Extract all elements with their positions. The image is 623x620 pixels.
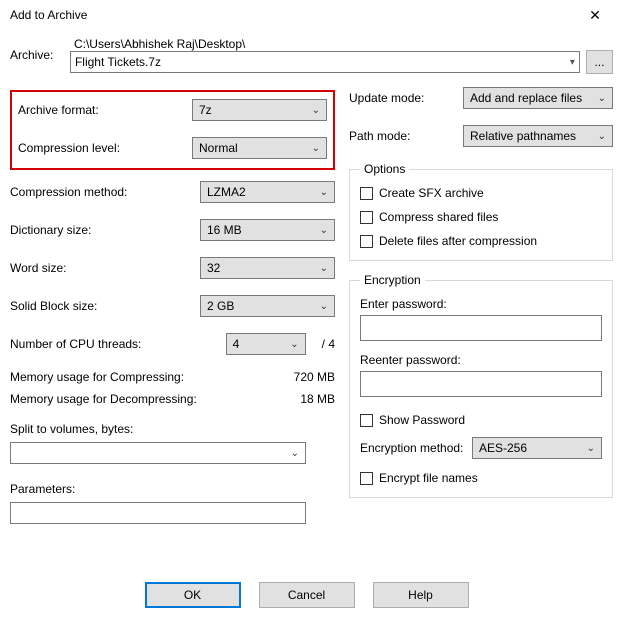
encryption-legend: Encryption xyxy=(360,273,425,287)
showpwd-checkbox[interactable] xyxy=(360,414,373,427)
showpwd-label: Show Password xyxy=(379,413,465,427)
dict-combo[interactable]: 16 MB ⌄ xyxy=(200,219,335,241)
shared-checkbox[interactable] xyxy=(360,211,373,224)
params-label: Parameters: xyxy=(10,482,335,496)
options-group: Options Create SFX archive Compress shar… xyxy=(349,162,613,261)
chevron-down-icon: ⌄ xyxy=(320,301,328,312)
chevron-down-icon: ⌄ xyxy=(598,131,606,142)
browse-label: ... xyxy=(594,55,604,69)
highlight-annotation: Archive format: 7z ⌄ Compression level: … xyxy=(10,90,335,170)
help-button[interactable]: Help xyxy=(373,582,469,608)
encnames-label: Encrypt file names xyxy=(379,471,478,485)
chevron-down-icon: ⌄ xyxy=(312,105,320,116)
block-label: Solid Block size: xyxy=(10,299,97,313)
chevron-down-icon: ⌄ xyxy=(587,443,595,454)
browse-button[interactable]: ... xyxy=(586,50,613,74)
mem-decompress-value: 18 MB xyxy=(300,392,335,406)
level-label: Compression level: xyxy=(18,141,120,155)
delete-label: Delete files after compression xyxy=(379,234,537,248)
sfx-label: Create SFX archive xyxy=(379,186,484,200)
sfx-checkbox[interactable] xyxy=(360,187,373,200)
archive-path: C:\Users\Abhishek Raj\Desktop\ xyxy=(70,37,580,51)
split-combo[interactable]: ⌄ xyxy=(10,442,306,464)
mem-decompress-label: Memory usage for Decompressing: xyxy=(10,392,197,406)
mem-compress-value: 720 MB xyxy=(294,370,335,384)
mem-compress-label: Memory usage for Compressing: xyxy=(10,370,184,384)
method-label: Compression method: xyxy=(10,185,127,199)
format-label: Archive format: xyxy=(18,103,99,117)
enter-pwd-label: Enter password: xyxy=(360,297,602,311)
reenter-pwd-input[interactable] xyxy=(360,371,602,397)
archive-label: Archive: xyxy=(10,48,64,62)
options-legend: Options xyxy=(360,162,409,176)
reenter-pwd-label: Reenter password: xyxy=(360,353,602,367)
pathmode-combo[interactable]: Relative pathnames ⌄ xyxy=(463,125,613,147)
word-combo[interactable]: 32 ⌄ xyxy=(200,257,335,279)
method-combo[interactable]: LZMA2 ⌄ xyxy=(200,181,335,203)
chevron-down-icon: ⌄ xyxy=(320,263,328,274)
delete-checkbox[interactable] xyxy=(360,235,373,248)
window-title: Add to Archive xyxy=(10,8,87,22)
shared-label: Compress shared files xyxy=(379,210,498,224)
block-combo[interactable]: 2 GB ⌄ xyxy=(200,295,335,317)
encryption-group: Encryption Enter password: Reenter passw… xyxy=(349,273,613,498)
word-label: Word size: xyxy=(10,261,66,275)
chevron-down-icon: ⌄ xyxy=(291,448,299,459)
update-label: Update mode: xyxy=(349,91,424,105)
chevron-down-icon: ⌄ xyxy=(320,187,328,198)
enc-method-combo[interactable]: AES-256 ⌄ xyxy=(472,437,602,459)
close-button[interactable]: ✕ xyxy=(575,2,615,28)
encnames-checkbox[interactable] xyxy=(360,472,373,485)
title-bar: Add to Archive ✕ xyxy=(0,0,623,30)
dict-label: Dictionary size: xyxy=(10,223,91,237)
chevron-down-icon: ⌄ xyxy=(312,143,320,154)
ok-button[interactable]: OK xyxy=(145,582,241,608)
threads-combo[interactable]: 4 ⌄ xyxy=(226,333,306,355)
format-combo[interactable]: 7z ⌄ xyxy=(192,99,327,121)
threads-label: Number of CPU threads: xyxy=(10,337,141,351)
cancel-button[interactable]: Cancel xyxy=(259,582,355,608)
split-label: Split to volumes, bytes: xyxy=(10,422,335,436)
enter-pwd-input[interactable] xyxy=(360,315,602,341)
threads-total: / 4 xyxy=(322,337,335,351)
archive-filename: Flight Tickets.7z xyxy=(75,55,161,69)
chevron-down-icon: ⌄ xyxy=(598,93,606,104)
params-input[interactable] xyxy=(10,502,306,524)
pathmode-label: Path mode: xyxy=(349,129,410,143)
chevron-down-icon: ⌄ xyxy=(290,339,298,350)
close-icon: ✕ xyxy=(589,7,601,24)
archive-file-combo[interactable]: Flight Tickets.7z ▾ xyxy=(70,51,580,73)
chevron-down-icon: ⌄ xyxy=(320,225,328,236)
chevron-down-icon: ▾ xyxy=(570,57,575,68)
enc-method-label: Encryption method: xyxy=(360,441,463,455)
update-combo[interactable]: Add and replace files ⌄ xyxy=(463,87,613,109)
level-combo[interactable]: Normal ⌄ xyxy=(192,137,327,159)
